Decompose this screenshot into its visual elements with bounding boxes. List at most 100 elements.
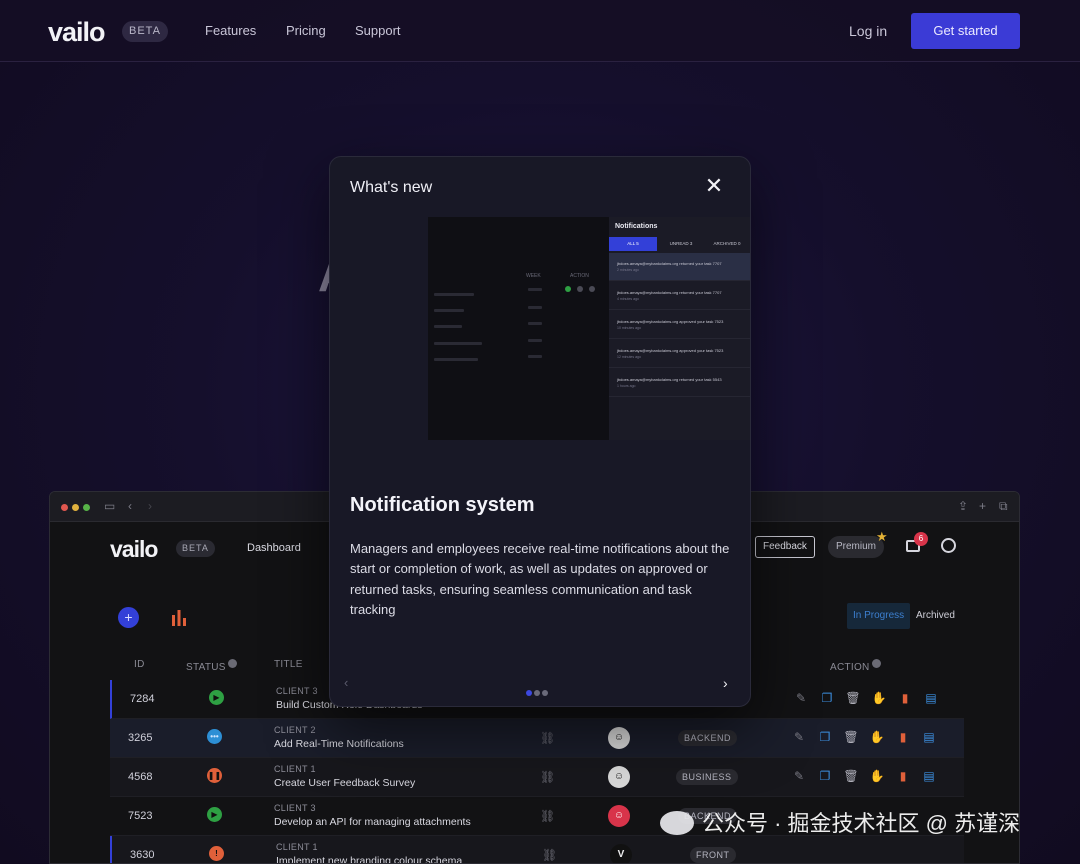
pagination-dot[interactable] bbox=[526, 690, 532, 696]
document-icon: ▤ bbox=[925, 691, 937, 705]
stats-icon: ▮ bbox=[899, 769, 907, 783]
preview-notification-text: jbdoes.amaya@mybankclaims.org returned y… bbox=[617, 377, 722, 382]
watermark: 公众号 · 掘金技术社区 @ 苏谨深 bbox=[660, 806, 1020, 838]
preview-notification-item: jbdoes.amaya@mybankclaims.org returned y… bbox=[609, 253, 750, 281]
column-header-action-label: ACTION bbox=[830, 662, 870, 673]
whats-new-modal: What's new ✕ WEEK ACTION Notifications A… bbox=[329, 156, 751, 707]
preview-table: WEEK ACTION bbox=[428, 217, 609, 440]
task-id: 3630 bbox=[130, 849, 155, 861]
maximize-dot-icon bbox=[83, 504, 90, 511]
preview-line bbox=[434, 325, 462, 328]
link-icon: ⛓ bbox=[540, 809, 556, 823]
task-id: 7284 bbox=[130, 693, 155, 705]
previous-slide-icon[interactable]: ‹ bbox=[344, 675, 348, 690]
task-id: 7523 bbox=[128, 810, 153, 822]
feature-title: Notification system bbox=[350, 494, 535, 516]
task-client: CLIENT 1 bbox=[276, 842, 318, 852]
task-id: 4568 bbox=[128, 771, 153, 783]
preview-tab-unread: UNREAD 3 bbox=[669, 241, 693, 246]
document-icon: ▤ bbox=[923, 769, 935, 783]
preview-line bbox=[528, 355, 542, 358]
add-task-icon: + bbox=[118, 607, 139, 628]
close-icon[interactable]: ✕ bbox=[703, 175, 725, 197]
tab-archived: Archived bbox=[916, 610, 955, 621]
preview-notification-item: jbdoes.amaya@mybankclaims.org approved y… bbox=[609, 340, 750, 368]
preview-notifications-heading: Notifications bbox=[615, 223, 658, 230]
beta-badge: BETA bbox=[122, 21, 168, 42]
preview-status-icon bbox=[589, 286, 595, 292]
task-tag: BUSINESS bbox=[676, 769, 738, 785]
preview-status-icon bbox=[565, 286, 571, 292]
link-icon: ⛓ bbox=[542, 848, 558, 862]
preview-line bbox=[528, 306, 542, 309]
info-icon bbox=[871, 659, 881, 668]
copy-icon: ❐ bbox=[821, 691, 833, 705]
login-link[interactable]: Log in bbox=[849, 23, 887, 39]
get-started-button[interactable]: Get started bbox=[911, 13, 1020, 49]
preview-notification-time: 4 minutes ago bbox=[617, 297, 639, 301]
next-slide-icon[interactable]: › bbox=[723, 675, 728, 691]
preview-notification-text: jbdoes.amaya@mybankclaims.org approved y… bbox=[617, 319, 724, 324]
task-tag: BACKEND bbox=[678, 730, 738, 746]
bar-chart-icon bbox=[172, 610, 186, 626]
preview-notification-time: 10 minutes ago bbox=[617, 326, 641, 330]
preview-notification-time: 1 hours ago bbox=[617, 384, 636, 388]
pagination-dot[interactable] bbox=[542, 690, 548, 696]
approve-icon: ✋ bbox=[871, 691, 887, 705]
copy-icon: ❐ bbox=[819, 769, 831, 783]
task-client: CLIENT 3 bbox=[276, 686, 318, 696]
pagination-dot[interactable] bbox=[534, 690, 540, 696]
preview-line bbox=[528, 322, 542, 325]
preview-tab-archived: ARCHIVED 0 bbox=[713, 241, 741, 246]
table-row: 3265 ••• CLIENT 2 Add Real-Time Notifica… bbox=[110, 719, 964, 758]
minimize-dot-icon bbox=[72, 504, 79, 511]
task-client: CLIENT 2 bbox=[274, 725, 316, 735]
play-status-icon: ▶ bbox=[207, 807, 222, 822]
star-icon: ★ bbox=[876, 529, 888, 544]
share-icon: ⇪ bbox=[958, 499, 969, 513]
preview-line bbox=[434, 309, 464, 312]
modal-title: What's new bbox=[350, 179, 433, 196]
profile-icon bbox=[941, 538, 956, 553]
link-icon: ⛓ bbox=[540, 731, 556, 745]
column-header-action: ACTION bbox=[830, 659, 881, 673]
inbox-count-badge: 6 bbox=[914, 532, 928, 546]
wechat-logo-icon bbox=[660, 811, 694, 835]
tab-in-progress: In Progress bbox=[847, 603, 911, 629]
site-logo[interactable]: vailo bbox=[48, 17, 106, 48]
slide-pagination bbox=[526, 683, 550, 701]
edit-icon: ✎ bbox=[795, 691, 807, 705]
watermark-text: 公众号 · 掘金技术社区 @ 苏谨深 bbox=[702, 811, 1021, 836]
nav-link-pricing[interactable]: Pricing bbox=[286, 23, 326, 38]
task-tag: FRONT bbox=[690, 847, 736, 863]
preview-notification-text: jbdoes.amaya@mybankclaims.org approved y… bbox=[617, 348, 724, 353]
top-nav: vailo BETA Features Pricing Support Log … bbox=[0, 0, 1080, 62]
preview-notification-time: 2 minutes ago bbox=[617, 268, 639, 272]
preview-notification-panel: Notifications ALL 5 UNREAD 3 ARCHIVED 0 … bbox=[609, 217, 750, 440]
preview-notification-item: jbdoes.amaya@mybankclaims.org returned y… bbox=[609, 369, 750, 397]
copy-window-icon: ⧉ bbox=[999, 499, 1008, 513]
feature-description: Managers and employees receive real-time… bbox=[350, 541, 730, 617]
app-logo: vailo bbox=[110, 536, 158, 562]
avatar: ☺ bbox=[608, 766, 630, 788]
preview-status-icon bbox=[577, 286, 583, 292]
preview-line bbox=[434, 342, 482, 345]
warning-status-icon: ! bbox=[209, 846, 224, 861]
task-title: Create User Feedback Survey bbox=[274, 777, 416, 789]
approve-icon: ✋ bbox=[869, 730, 885, 744]
avatar: ☺ bbox=[608, 727, 630, 749]
nav-link-features[interactable]: Features bbox=[205, 23, 256, 38]
table-row: 3630 ! CLIENT 1 Implement new branding c… bbox=[110, 836, 964, 863]
preview-notification-time: 12 minutes ago bbox=[617, 355, 641, 359]
stats-icon: ▮ bbox=[899, 730, 907, 744]
preview-line bbox=[434, 293, 474, 296]
app-nav-dashboard: Dashboard bbox=[247, 542, 301, 554]
delete-icon: 🗑 bbox=[843, 769, 859, 783]
nav-link-support[interactable]: Support bbox=[355, 23, 401, 38]
row-actions: ✎ ❐ 🗑 ✋ ▮ ▤ bbox=[786, 769, 942, 783]
link-icon: ⛓ bbox=[540, 770, 556, 784]
column-header-title: TITLE bbox=[274, 659, 303, 670]
row-actions: ✎ ❐ 🗑 ✋ ▮ ▤ bbox=[788, 691, 944, 705]
paused-status-icon: ❚❚ bbox=[207, 768, 222, 783]
row-actions: ✎ ❐ 🗑 ✋ ▮ ▤ bbox=[786, 730, 942, 744]
